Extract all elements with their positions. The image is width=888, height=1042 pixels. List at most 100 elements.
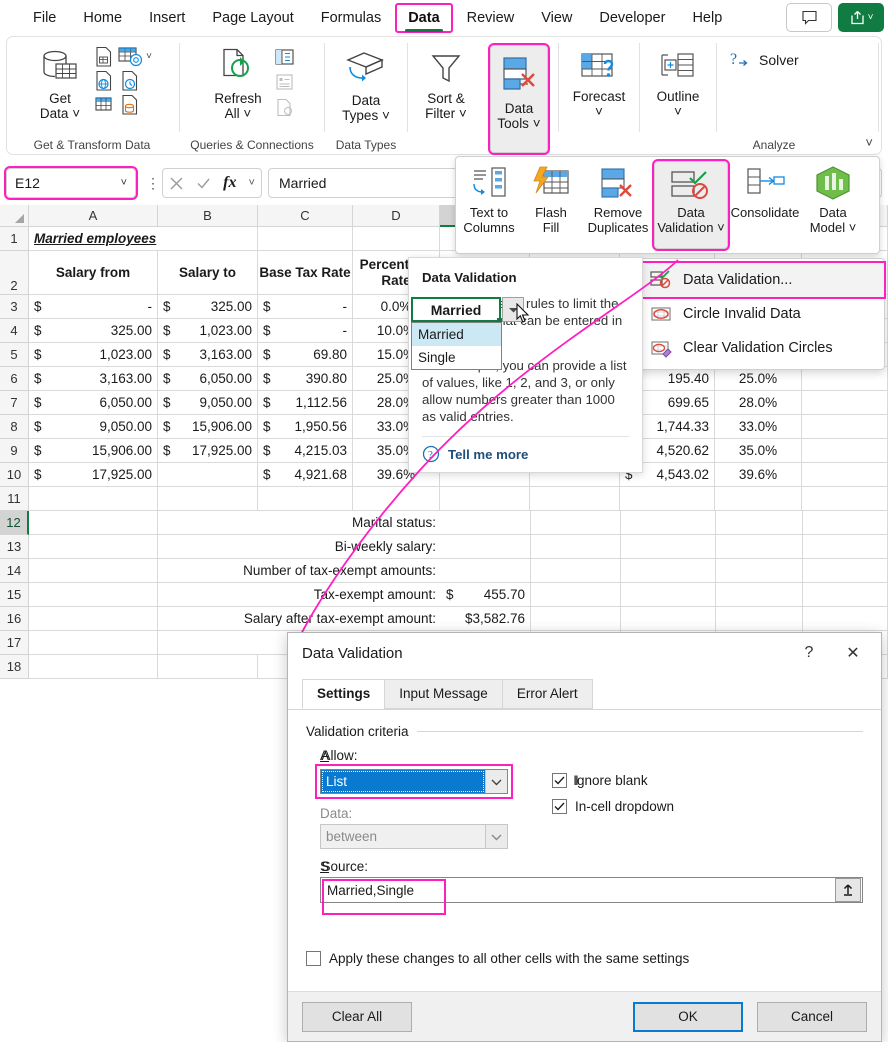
edit-links-icon[interactable] [274, 96, 296, 118]
row-header[interactable]: 5 [0, 343, 29, 367]
ribbon-tab-home[interactable]: Home [72, 5, 133, 31]
ribbon-tab-file[interactable]: File [22, 5, 67, 31]
ribbon-tab-page-layout[interactable]: Page Layout [201, 5, 304, 31]
row-header[interactable]: 3 [0, 295, 29, 319]
tell-me-more-link[interactable]: Tell me more [448, 446, 528, 463]
grid-cell[interactable] [441, 559, 531, 583]
ribbon-tab-review[interactable]: Review [456, 5, 526, 31]
grid-cell-salary-from[interactable]: $- [29, 295, 158, 319]
text-to-columns-button[interactable]: Text toColumns [458, 161, 520, 239]
grid-cell[interactable] [621, 607, 716, 631]
grid-cell[interactable] [29, 583, 158, 607]
grid-cell[interactable] [531, 511, 621, 535]
grid-cell[interactable] [802, 463, 888, 487]
grid-cell[interactable] [531, 607, 621, 631]
row-header[interactable]: 16 [0, 607, 29, 631]
grid-label-tax-exempt-count[interactable]: Number of tax-exempt amounts: [158, 559, 441, 583]
grid-cell[interactable] [621, 559, 716, 583]
outline-button[interactable]: Outline˅ [650, 47, 706, 121]
grid-cell[interactable] [29, 487, 158, 511]
grid-cell[interactable] [258, 227, 353, 251]
apply-changes-checkbox[interactable] [306, 951, 321, 966]
from-database-icon[interactable] [118, 93, 140, 115]
grid-cell[interactable] [716, 607, 803, 631]
menu-item-circle-invalid-data[interactable]: Circle Invalid Data [638, 297, 884, 331]
data-model-button[interactable]: DataModel ˅ [802, 161, 864, 239]
fx-icon[interactable]: fx [223, 174, 236, 192]
ribbon-tab-help[interactable]: Help [681, 5, 733, 31]
grid-cell-base-tax[interactable]: $390.80 [258, 367, 353, 391]
grid-cell[interactable] [803, 535, 888, 559]
grid-cell-base-tax[interactable]: $- [258, 295, 353, 319]
grid-label-tax-exempt-amount[interactable]: Tax-exempt amount: [158, 583, 441, 607]
dialog-help-button[interactable]: ? [787, 638, 831, 668]
ribbon-tab-view[interactable]: View [530, 5, 583, 31]
clear-all-button[interactable]: Clear All [302, 1002, 412, 1032]
column-header-A[interactable]: A [29, 205, 158, 227]
recent-sources-icon[interactable] [118, 69, 140, 91]
grid-cell-salary-to[interactable] [158, 463, 258, 487]
grid-cell-base-tax[interactable]: $4,215.03 [258, 439, 353, 463]
properties-icon[interactable] [274, 71, 296, 93]
grid-cell-base-tax[interactable]: $- [258, 319, 353, 343]
grid-label-marital-status[interactable]: Marital status: [158, 511, 441, 535]
row-header[interactable]: 10 [0, 463, 29, 487]
grid-cell[interactable] [802, 439, 888, 463]
grid-cell-right-pct[interactable]: 33.0% [715, 415, 802, 439]
column-title-salary-from[interactable]: Salary from [29, 251, 158, 295]
grid-cell-base-tax[interactable]: $1,950.56 [258, 415, 353, 439]
grid-cell-salary-to[interactable]: $3,163.00 [158, 343, 258, 367]
grid-cell-salary-to[interactable]: $325.00 [158, 295, 258, 319]
menu-item-clear-validation-circles[interactable]: Clear Validation Circles [638, 331, 884, 365]
grid-cell[interactable] [803, 607, 888, 631]
formula-bar-options-icon[interactable]: ⋮ [146, 175, 160, 192]
grid-cell[interactable] [621, 535, 716, 559]
grid-cell[interactable] [530, 487, 620, 511]
grid-cell[interactable] [803, 583, 888, 607]
in-cell-dropdown-checkbox[interactable] [552, 799, 567, 814]
menu-item-data-validation[interactable]: Data Validation... [638, 263, 884, 297]
grid-cell[interactable] [716, 535, 803, 559]
row-header[interactable]: 2 [0, 251, 29, 295]
grid-cell-salary-from[interactable]: $17,925.00 [29, 463, 158, 487]
grid-cell[interactable] [158, 487, 258, 511]
remove-duplicates-button[interactable]: RemoveDuplicates [582, 161, 654, 239]
row-header[interactable]: 11 [0, 487, 29, 511]
tab-input-message[interactable]: Input Message [384, 679, 503, 709]
ribbon-tab-data[interactable]: Data [397, 5, 450, 31]
grid-cell[interactable] [29, 535, 158, 559]
grid-cell[interactable] [158, 655, 258, 679]
share-button[interactable]: ˅ [838, 3, 884, 32]
ignore-blank-row[interactable]: IbIgnore blank [552, 773, 674, 788]
range-picker-icon[interactable] [835, 878, 861, 902]
row-header-selected[interactable]: 12 [0, 511, 29, 535]
from-web-icon[interactable] [92, 69, 114, 91]
grid-cell[interactable] [29, 607, 158, 631]
apply-changes-row[interactable]: Apply these changes to all other cells w… [306, 951, 863, 966]
grid-label-salary-after-exempt[interactable]: Salary after tax-exempt amount: [158, 607, 441, 631]
row-header[interactable]: 1 [0, 227, 29, 251]
grid-cell[interactable] [716, 511, 803, 535]
existing-connections-icon[interactable] [92, 93, 114, 115]
from-table-range-icon[interactable]: ˅ [118, 45, 152, 67]
grid-cell-base-tax[interactable]: $69.80 [258, 343, 353, 367]
sort-filter-button[interactable]: Sort &Filter ˅ [418, 47, 474, 123]
get-data-button[interactable]: GetData ˅ [32, 43, 88, 123]
grid-cell[interactable] [29, 655, 158, 679]
grid-cell[interactable] [258, 487, 353, 511]
grid-cell[interactable] [440, 487, 530, 511]
grid-cell[interactable] [716, 583, 803, 607]
consolidate-button[interactable]: Consolidate [728, 161, 802, 224]
grid-cell[interactable] [802, 415, 888, 439]
ignore-blank-checkbox[interactable] [552, 773, 567, 788]
grid-cell-salary-to[interactable]: $15,906.00 [158, 415, 258, 439]
grid-cell[interactable] [803, 511, 888, 535]
grid-cell[interactable] [353, 227, 440, 251]
ok-button[interactable]: OK [633, 1002, 743, 1032]
row-header[interactable]: 17 [0, 631, 29, 655]
grid-cell-salary-from[interactable]: $9,050.00 [29, 415, 158, 439]
row-header[interactable]: 8 [0, 415, 29, 439]
refresh-all-button[interactable]: RefreshAll ˅ [208, 43, 267, 123]
grid-label-biweekly-salary[interactable]: Bi-weekly salary: [158, 535, 441, 559]
forecast-button[interactable]: Forecast˅ [567, 47, 632, 121]
